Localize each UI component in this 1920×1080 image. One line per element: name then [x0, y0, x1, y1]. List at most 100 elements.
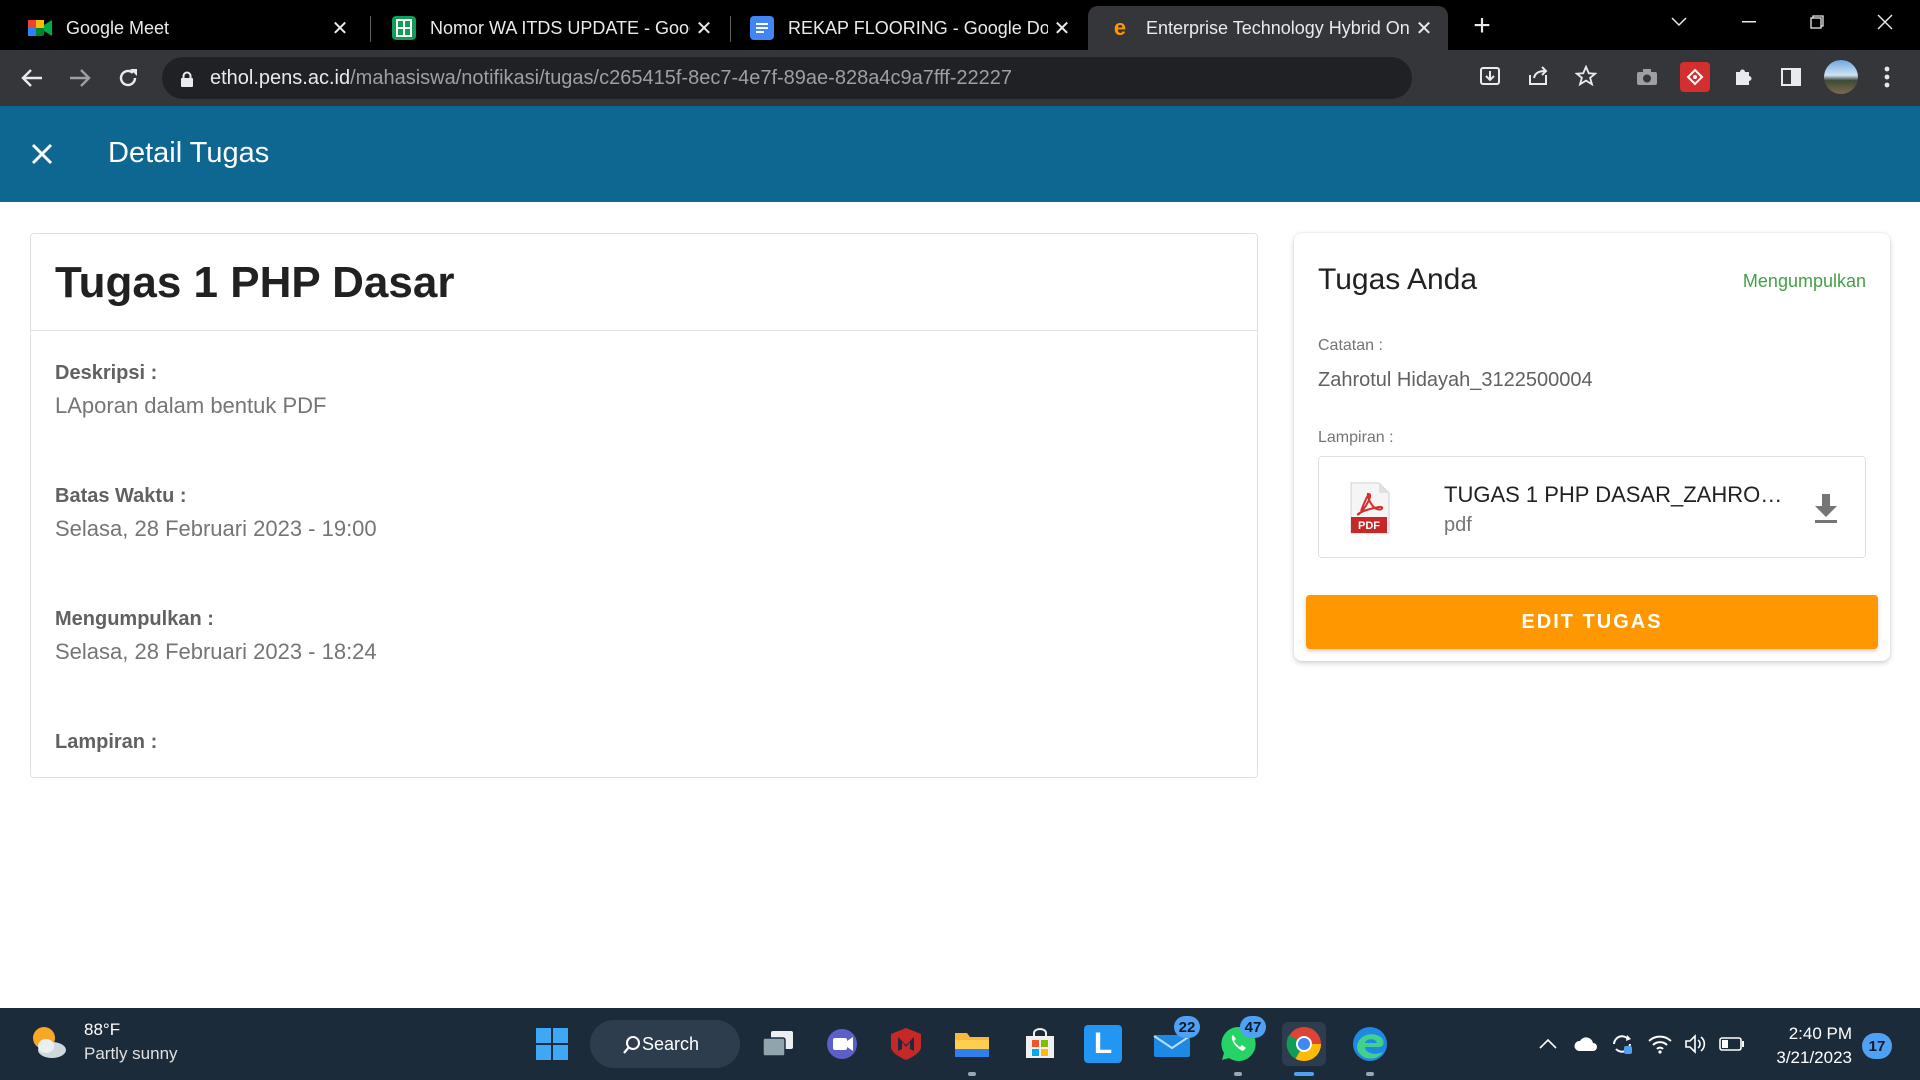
attachment-label: Lampiran :: [1318, 429, 1394, 446]
chrome-icon[interactable]: [1282, 1022, 1326, 1076]
address-bar[interactable]: ethol.pens.ac.id/mahasiswa/notifikasi/tu…: [162, 57, 1412, 99]
search-label: Search: [642, 1033, 700, 1054]
onedrive-cloud-icon[interactable]: [1572, 1030, 1600, 1058]
weather-widget[interactable]: 88°F Partly sunny: [28, 1020, 178, 1064]
note-label: Catatan :: [1318, 337, 1383, 354]
download-icon[interactable]: [1811, 491, 1841, 525]
mail-icon[interactable]: 22: [1150, 1016, 1200, 1066]
tab-google-meet[interactable]: Google Meet ✕: [8, 6, 364, 50]
install-app-icon[interactable]: [1474, 60, 1506, 92]
clock-time: 2:40 PM: [1788, 1024, 1852, 1043]
submission-card: Tugas Anda Mengumpulkan Catatan : Zahrot…: [1294, 233, 1890, 661]
reload-icon[interactable]: [110, 60, 146, 96]
deadline-value: Selasa, 28 Februari 2023 - 19:00: [55, 516, 377, 541]
mail-badge: 22: [1174, 1016, 1200, 1038]
task-title: Tugas 1 PHP Dasar: [55, 258, 455, 307]
file-type: pdf: [1444, 514, 1472, 536]
browser-tab-bar: Google Meet ✕ Nomor WA ITDS UPDATE - Goo…: [0, 0, 1920, 50]
partly-sunny-icon: [28, 1022, 68, 1062]
close-icon[interactable]: [24, 136, 60, 172]
close-window-button[interactable]: [1850, 0, 1920, 44]
back-arrow-icon[interactable]: [14, 60, 50, 96]
attachment-file[interactable]: PDF TUGAS 1 PHP DASAR_ZAHROTUL HIDAYAH p…: [1318, 456, 1866, 558]
weather-condition: Partly sunny: [84, 1044, 178, 1063]
submitted-value: Selasa, 28 Februari 2023 - 18:24: [55, 639, 377, 664]
deadline-label: Batas Waktu :: [55, 485, 187, 507]
microsoft-store-icon[interactable]: [1018, 1022, 1062, 1066]
profile-avatar[interactable]: [1824, 60, 1858, 94]
bookmark-star-icon[interactable]: [1570, 60, 1602, 92]
google-meet-icon: [28, 16, 52, 40]
new-tab-button[interactable]: +: [1464, 8, 1500, 44]
close-tab-icon[interactable]: ✕: [690, 14, 718, 42]
divider: [31, 330, 1257, 331]
active-indicator: [1294, 1072, 1314, 1076]
pdf-file-icon: PDF: [1349, 481, 1391, 535]
battery-icon[interactable]: [1718, 1030, 1746, 1058]
extensions-puzzle-icon[interactable]: [1728, 62, 1758, 92]
share-icon[interactable]: [1522, 60, 1554, 92]
restore-button[interactable]: [1782, 0, 1852, 44]
mcafee-icon[interactable]: [884, 1022, 928, 1066]
tab-nomor-wa[interactable]: Nomor WA ITDS UPDATE - Google Sheets ✕: [372, 6, 728, 50]
tab-search-button[interactable]: [1644, 0, 1714, 44]
url-path: /mahasiswa/notifikasi/tugas/c265415f-8ec…: [350, 66, 1013, 89]
notification-badge[interactable]: 17: [1862, 1033, 1892, 1059]
pdf-extension-icon[interactable]: [1680, 62, 1710, 92]
tab-rekap-flooring[interactable]: REKAP FLOORING - Google Dokumen ✕: [730, 6, 1086, 50]
file-name: TUGAS 1 PHP DASAR_ZAHROTUL HIDAYAH: [1444, 482, 1789, 507]
close-tab-icon[interactable]: ✕: [326, 14, 354, 42]
whatsapp-icon[interactable]: 47: [1216, 1016, 1266, 1076]
sync-icon[interactable]: [1608, 1030, 1636, 1058]
clock-date: 3/21/2023: [1776, 1048, 1852, 1067]
description-value: LAporan dalam bentuk PDF: [55, 393, 327, 418]
submitted-label: Mengumpulkan :: [55, 608, 214, 630]
running-indicator: [968, 1072, 976, 1076]
attachment-label: Lampiran :: [55, 731, 158, 753]
task-detail-card: Tugas 1 PHP Dasar Deskripsi : LAporan da…: [30, 233, 1258, 778]
status-badge: Mengumpulkan: [1742, 271, 1866, 291]
menu-kebab-icon[interactable]: [1872, 62, 1902, 92]
running-indicator: [1366, 1072, 1374, 1076]
volume-icon[interactable]: [1682, 1030, 1710, 1058]
tab-title: Google Meet: [66, 17, 170, 38]
close-tab-icon[interactable]: ✕: [1048, 14, 1076, 42]
google-docs-icon: [750, 16, 774, 40]
chevron-up-icon[interactable]: [1534, 1030, 1562, 1058]
file-explorer-icon[interactable]: [950, 1022, 994, 1076]
system-clock[interactable]: 2:40 PM 3/21/2023: [1762, 1022, 1852, 1070]
pdf-icon-label: PDF: [1358, 520, 1380, 532]
wifi-icon[interactable]: [1646, 1030, 1674, 1058]
l-app-icon[interactable]: L: [1084, 1025, 1122, 1063]
close-tab-icon[interactable]: ✕: [1410, 14, 1438, 42]
task-view-icon[interactable]: [756, 1022, 800, 1066]
browser-toolbar: ethol.pens.ac.id/mahasiswa/notifikasi/tu…: [0, 50, 1920, 106]
submission-title: Tugas Anda: [1318, 263, 1478, 296]
whatsapp-badge: 47: [1240, 1016, 1266, 1038]
teams-chat-icon[interactable]: [820, 1022, 864, 1066]
ethol-icon: e: [1113, 15, 1127, 40]
side-panel-icon[interactable]: [1776, 62, 1806, 92]
lock-icon: [180, 70, 194, 87]
edge-icon[interactable]: [1348, 1022, 1392, 1076]
page-title: Detail Tugas: [108, 137, 270, 169]
taskbar-search-button[interactable]: Search: [590, 1020, 740, 1068]
url-host: ethol.pens.ac.id: [210, 66, 351, 89]
tab-title: Enterprise Technology Hybrid Online: [1146, 17, 1410, 38]
edit-task-button[interactable]: EDIT TUGAS: [1306, 595, 1878, 649]
description-label: Deskripsi :: [55, 362, 158, 384]
tab-title: REKAP FLOORING - Google Dokumen: [788, 17, 1048, 38]
start-windows-icon[interactable]: [530, 1022, 574, 1066]
search-icon: [623, 1036, 640, 1054]
tab-separator: [370, 16, 371, 42]
forward-arrow-icon[interactable]: [62, 60, 98, 96]
camera-extension-icon[interactable]: [1632, 62, 1662, 92]
running-indicator: [1234, 1072, 1242, 1076]
tab-enterprise-technology[interactable]: e Enterprise Technology Hybrid Online ✕: [1088, 6, 1448, 50]
minimize-button[interactable]: [1714, 0, 1784, 44]
windows-taskbar: 88°F Partly sunny Search L 22 47 2:40 PM…: [0, 1008, 1920, 1080]
note-value: Zahrotul Hidayah_3122500004: [1318, 369, 1593, 391]
app-header: Detail Tugas: [0, 106, 1920, 202]
weather-temperature: 88°F: [84, 1020, 121, 1039]
tab-title: Nomor WA ITDS UPDATE - Google Sheets: [430, 17, 690, 38]
